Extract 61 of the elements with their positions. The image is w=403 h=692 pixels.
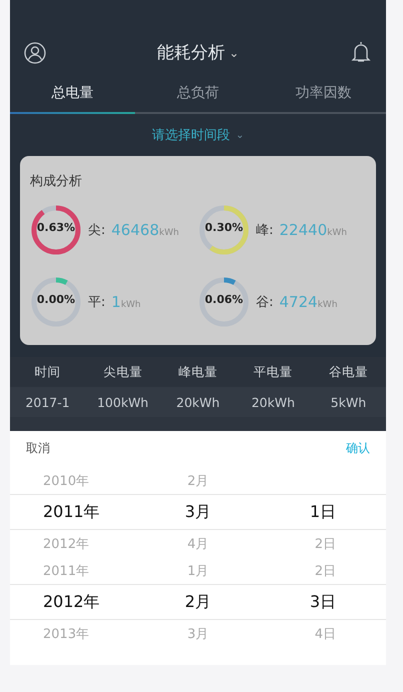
column-header: 平电量 <box>252 364 294 380</box>
donut-chart-icon <box>30 204 82 256</box>
picker-option[interactable]: 3月 <box>184 502 212 522</box>
column-header: 时间 <box>34 364 62 380</box>
table-cell-text: 2017-1 <box>24 394 71 410</box>
table-cell-text: 20kWh <box>250 394 296 410</box>
picker-option[interactable]: 2013年 <box>43 624 90 642</box>
energy-value: 22440kWh <box>279 221 347 239</box>
donut-chart-icon <box>30 276 82 328</box>
tab[interactable]: 总负荷 <box>135 84 261 114</box>
bell-icon[interactable] <box>350 40 372 64</box>
picker-row[interactable]: 2012年 2月 3日 <box>10 584 386 620</box>
percent-label: 0.00% <box>36 293 76 306</box>
tab[interactable]: 功率因数 <box>260 84 386 114</box>
picker-option[interactable]: 2012年 <box>43 592 100 612</box>
picker-row[interactable]: 2012年 4月 2日 <box>10 530 386 557</box>
page-title[interactable]: 能耗分析 <box>156 41 225 64</box>
donut-chart-icon <box>198 276 250 328</box>
table-cell-text: 100kWh <box>96 394 150 410</box>
picker-option[interactable]: 2月 <box>184 592 212 612</box>
period-select[interactable]: 请选择时间段 <box>152 126 230 144</box>
picker-option[interactable]: 4月 <box>187 534 209 552</box>
category-label: 谷: <box>256 294 274 311</box>
column-header: 峰电量 <box>177 364 218 380</box>
percent-label: 0.30% <box>204 221 244 234</box>
table-cell-text: 5kWh <box>330 394 368 410</box>
picker-row[interactable]: 2010年 2月 <box>10 467 386 494</box>
tab[interactable]: 总电量 <box>10 84 136 114</box>
picker-option[interactable]: 2011年 <box>43 502 100 522</box>
picker-option[interactable]: 2日 <box>314 562 336 580</box>
picker-option[interactable]: 2012年 <box>43 534 90 552</box>
energy-value: 1 kWh <box>111 293 141 311</box>
column-header: 谷电量 <box>328 364 369 380</box>
category-label: 峰: <box>256 222 274 239</box>
donut-chart-icon <box>198 204 250 256</box>
picker-row[interactable]: 2011年 1月 2日 <box>10 557 386 584</box>
picker-option[interactable]: 2月 <box>187 472 209 490</box>
picker-option[interactable]: 3日 <box>310 592 336 612</box>
picker-row[interactable]: 2013年 3月 4日 <box>10 620 386 647</box>
confirm-button[interactable]: 确认 <box>346 440 370 467</box>
cancel-button[interactable]: 取消 <box>26 440 50 467</box>
picker-option[interactable]: 1日 <box>310 502 336 522</box>
picker-option[interactable]: 2日 <box>314 534 336 552</box>
card-title: 构成分析 <box>30 173 83 190</box>
user-icon[interactable] <box>24 42 46 64</box>
caret-icon[interactable]: ⌄ <box>228 46 240 60</box>
percent-label: 0.06% <box>204 293 244 306</box>
picker-option[interactable]: 2010年 <box>43 472 90 490</box>
picker-option[interactable]: 2011年 <box>43 562 90 580</box>
picker-option[interactable]: 3月 <box>187 624 209 642</box>
table-cell-text: 20kWh <box>175 394 221 410</box>
column-header: 尖电量 <box>102 364 144 380</box>
category-label: 尖: <box>88 222 106 239</box>
energy-value: 46468kWh <box>111 221 179 239</box>
picker-row[interactable]: 2011年 3月 1日 <box>10 494 386 530</box>
category-label: 平: <box>88 294 106 311</box>
picker-option[interactable]: 4日 <box>314 624 336 642</box>
energy-value: 4724kWh <box>279 293 338 311</box>
picker-option[interactable]: 1月 <box>187 562 209 580</box>
caret-icon[interactable]: ⌄ <box>236 130 244 140</box>
percent-label: 0.63% <box>36 221 76 234</box>
